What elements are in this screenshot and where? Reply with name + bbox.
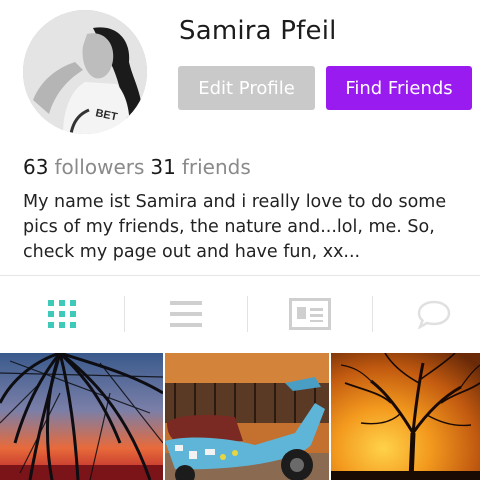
edit-profile-button[interactable]: Edit Profile — [178, 66, 315, 110]
followers-label[interactable]: followers — [54, 155, 144, 179]
find-friends-button[interactable]: Find Friends — [326, 66, 472, 110]
palm-sunset-image — [0, 353, 163, 480]
friends-label[interactable]: friends — [182, 155, 251, 179]
followers-count[interactable]: 63 — [23, 155, 48, 179]
list-icon — [170, 301, 202, 327]
photo-blue-scooter[interactable] — [165, 353, 329, 480]
profile-bio: My name ist Samira and i really love to … — [23, 192, 447, 262]
profile-username: Samira Pfeil — [179, 16, 337, 46]
avatar-photo: BET — [23, 10, 147, 134]
scooter-image — [165, 353, 329, 480]
tab-grid-view[interactable] — [0, 276, 124, 352]
profile-avatar[interactable]: BET — [23, 10, 147, 134]
photo-tree-sunset[interactable] — [331, 353, 480, 480]
tab-profile-card[interactable] — [248, 276, 372, 352]
tab-comments[interactable] — [373, 276, 480, 352]
id-card-icon — [289, 298, 331, 330]
tree-sunset-image — [331, 353, 480, 480]
profile-tab-bar — [0, 276, 480, 352]
tab-list-view[interactable] — [125, 276, 247, 352]
profile-stats: 63 followers 31 friends — [23, 155, 257, 179]
photo-palm-sunset[interactable] — [0, 353, 163, 480]
grid-icon — [48, 300, 76, 328]
friends-count[interactable]: 31 — [150, 155, 175, 179]
speech-bubble-icon — [417, 300, 451, 329]
